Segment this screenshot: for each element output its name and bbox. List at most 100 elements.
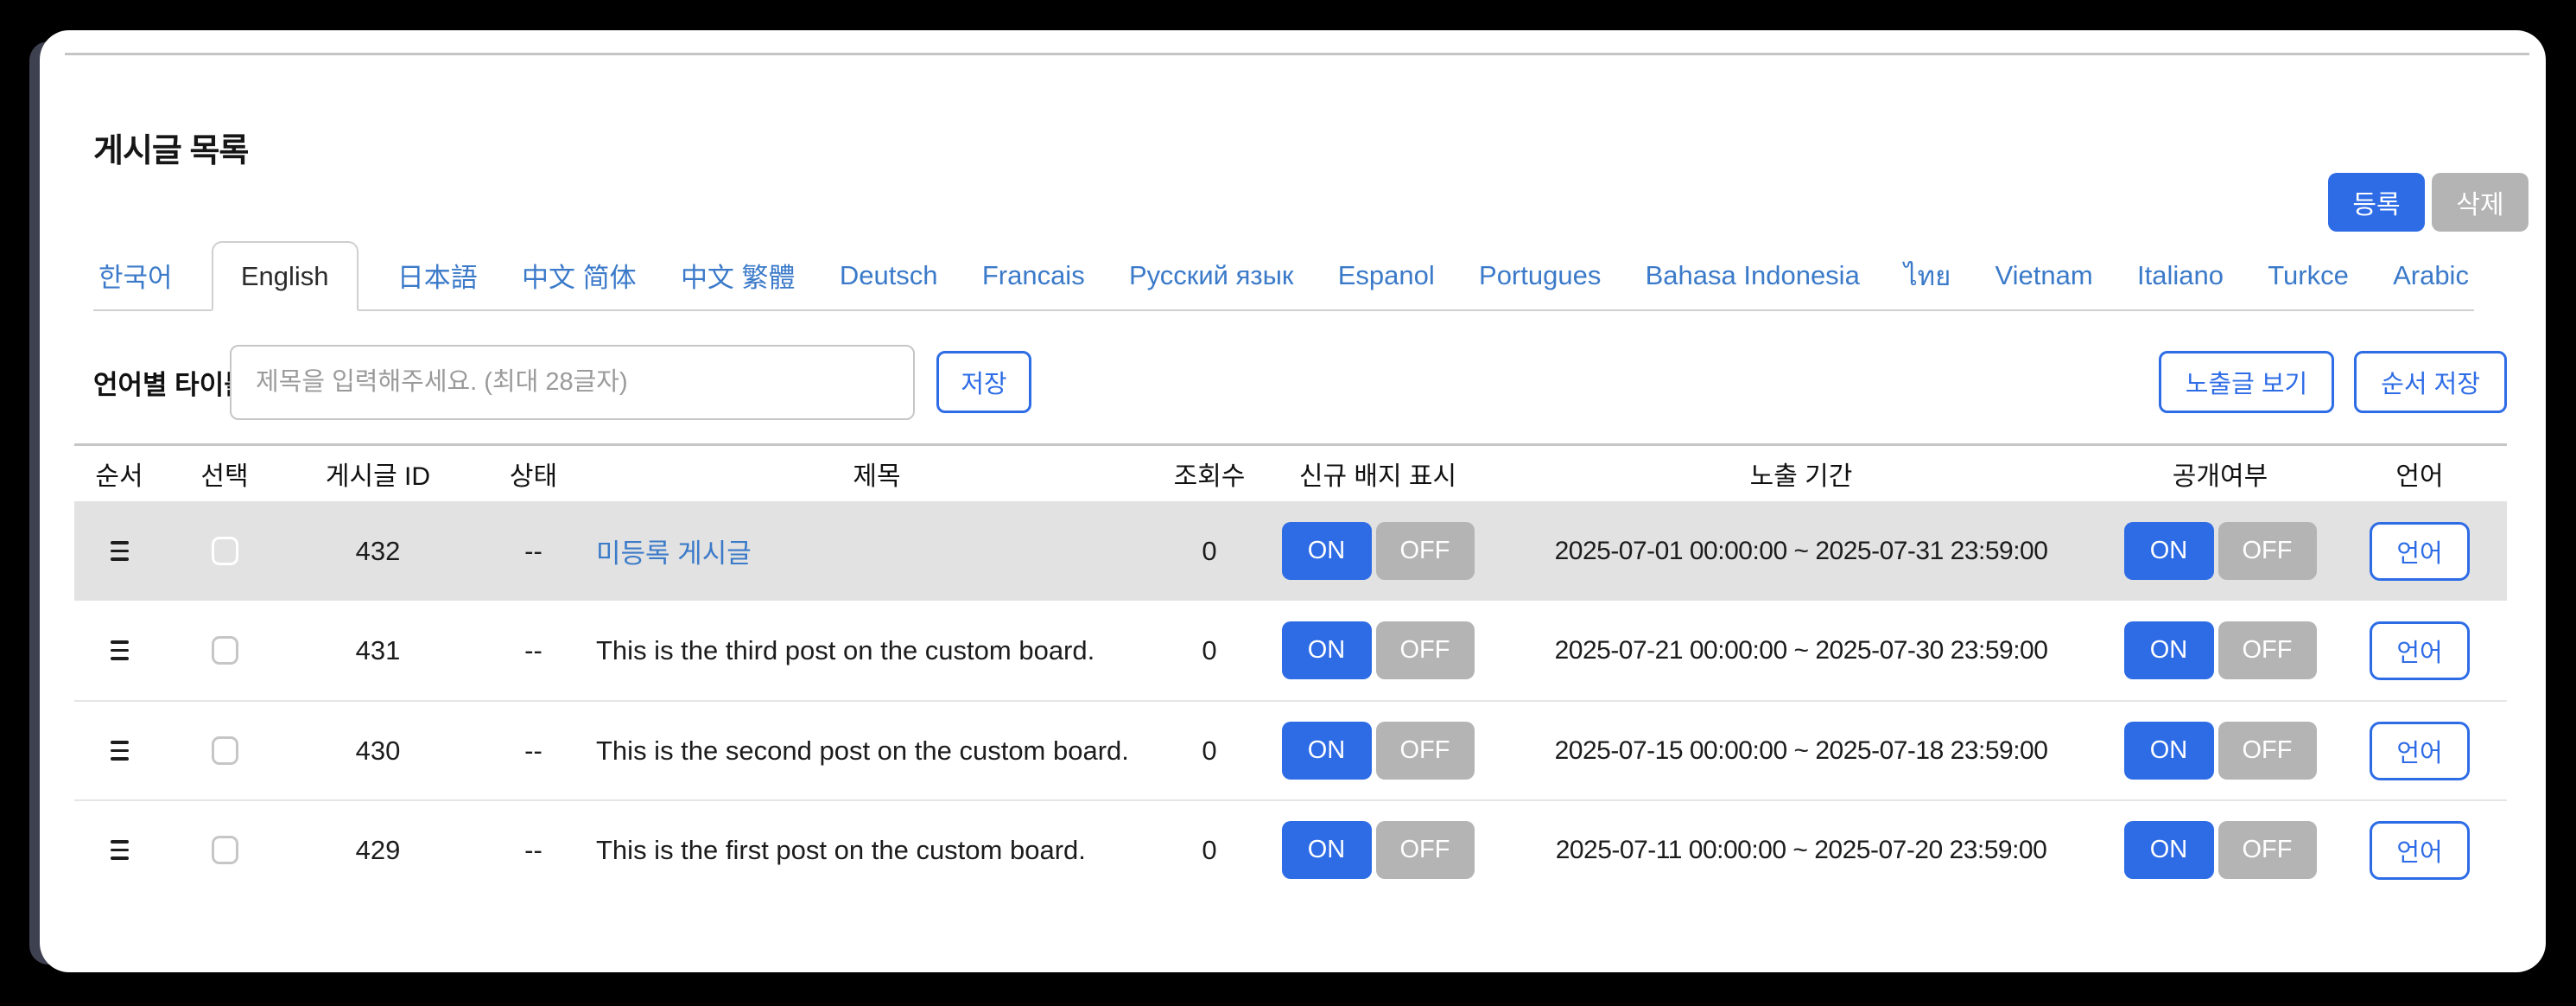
badge-on-button[interactable]: ON	[1282, 821, 1372, 879]
visibility-on-button[interactable]: ON	[2124, 522, 2214, 580]
visibility-off-button[interactable]: OFF	[2218, 621, 2317, 679]
exposure-period: 2025-07-11 00:00:00 ~ 2025-07-20 23:59:0…	[1494, 801, 2108, 899]
exposure-period: 2025-07-01 00:00:00 ~ 2025-07-31 23:59:0…	[1494, 501, 2108, 601]
language-button[interactable]: 언어	[2370, 621, 2470, 680]
tab-italiano[interactable]: Italiano	[2132, 241, 2229, 309]
tab-label: Francais	[982, 260, 1085, 291]
page-title: 게시글 목록	[93, 124, 248, 171]
delete-button[interactable]: 삭제	[2432, 173, 2528, 232]
badge-off-button[interactable]: OFF	[1376, 621, 1475, 679]
post-title[interactable]: 미등록 게시글	[596, 532, 752, 570]
badge-off-button[interactable]: OFF	[1376, 821, 1475, 879]
tab-label: Vietnam	[1995, 260, 2093, 291]
tab-label: 日本語	[397, 256, 478, 295]
tab-english[interactable]: English	[212, 241, 358, 311]
tab-portugues[interactable]: Portugues	[1474, 241, 1606, 309]
post-id: 431	[285, 601, 471, 700]
tab-francais[interactable]: Francais	[977, 241, 1090, 309]
column-header: 언어	[2332, 446, 2507, 501]
tab-label: 中文 繁體	[681, 256, 796, 295]
tab-label: English	[241, 261, 329, 292]
tab-中文-繁體[interactable]: 中文 繁體	[676, 241, 801, 309]
post-views: 0	[1158, 801, 1261, 899]
post-id: 429	[285, 801, 471, 899]
tab-label: Turkce	[2268, 260, 2349, 291]
top-divider	[65, 53, 2529, 55]
badge-on-button[interactable]: ON	[1282, 522, 1372, 580]
visibility-on-button[interactable]: ON	[2124, 621, 2214, 679]
top-actions: 등록 삭제	[2328, 173, 2528, 232]
tab-中文-简体[interactable]: 中文 简体	[517, 241, 642, 309]
badge-on-button[interactable]: ON	[1282, 621, 1372, 679]
row-checkbox[interactable]	[212, 636, 238, 665]
column-header: 신규 배지 표시	[1261, 446, 1494, 501]
post-list-card: 게시글 목록 등록 삭제 한국어 English 日本語 中文 简体 中文 繁體 Deut…	[40, 30, 2546, 972]
tab-label: Italiano	[2137, 260, 2224, 291]
tab-한국어[interactable]: 한국어	[93, 241, 178, 309]
tab-deutsch[interactable]: Deutsch	[834, 241, 943, 309]
language-button[interactable]: 언어	[2370, 722, 2470, 780]
visibility-on-button[interactable]: ON	[2124, 722, 2214, 780]
tab-label: Deutsch	[840, 260, 938, 291]
column-header: 게시글 ID	[285, 446, 471, 501]
column-header: 공개여부	[2108, 446, 2332, 501]
badge-off-button[interactable]: OFF	[1376, 522, 1475, 580]
title-input[interactable]	[230, 345, 915, 420]
tab-ไทย[interactable]: ไทย	[1899, 241, 1956, 309]
row-checkbox[interactable]	[212, 736, 238, 765]
table-row: 430 -- This is the second post on the cu…	[74, 700, 2507, 799]
tab-label: ไทย	[1904, 254, 1951, 297]
table-row: 431 -- This is the third post on the cus…	[74, 601, 2507, 700]
post-title[interactable]: This is the second post on the custom bo…	[596, 735, 1129, 767]
tab-vietnam[interactable]: Vietnam	[1990, 241, 2098, 309]
post-title[interactable]: This is the third post on the custom boa…	[596, 635, 1094, 666]
post-id: 430	[285, 702, 471, 799]
register-button[interactable]: 등록	[2328, 173, 2425, 232]
drag-handle-icon[interactable]	[111, 640, 129, 660]
drag-handle-icon[interactable]	[111, 840, 129, 860]
visibility-off-button[interactable]: OFF	[2218, 522, 2317, 580]
visibility-off-button[interactable]: OFF	[2218, 821, 2317, 879]
table-row: 432 -- 미등록 게시글 0 ON OFF 2025-07-01 00:00…	[74, 501, 2507, 601]
tab-turkce[interactable]: Turkce	[2262, 241, 2354, 309]
tab-label: Espanol	[1338, 260, 1435, 291]
tab-espanol[interactable]: Espanol	[1333, 241, 1440, 309]
tab-label: Русский язык	[1129, 260, 1293, 291]
tab-label: Portugues	[1479, 260, 1601, 291]
visibility-on-button[interactable]: ON	[2124, 821, 2214, 879]
column-header: 노출 기간	[1494, 446, 2108, 501]
row-checkbox[interactable]	[212, 537, 238, 565]
tab-日本語[interactable]: 日本語	[392, 241, 483, 309]
tab-русский-язык[interactable]: Русский язык	[1124, 241, 1298, 309]
row-checkbox[interactable]	[212, 836, 238, 864]
exposure-period: 2025-07-21 00:00:00 ~ 2025-07-30 23:59:0…	[1494, 601, 2108, 700]
post-status: --	[471, 601, 596, 700]
tab-label: 한국어	[98, 256, 173, 295]
tab-arabic[interactable]: Arabic	[2388, 241, 2474, 309]
exposure-period: 2025-07-15 00:00:00 ~ 2025-07-18 23:59:0…	[1494, 702, 2108, 799]
post-views: 0	[1158, 501, 1261, 601]
post-views: 0	[1158, 601, 1261, 700]
page-background: 게시글 목록 등록 삭제 한국어 English 日本語 中文 简体 中文 繁體 Deut…	[0, 0, 2576, 1006]
list-actions: 노출글 보기 순서 저장	[2159, 351, 2507, 413]
tab-label: 中文 简体	[522, 256, 637, 295]
column-header: 제목	[596, 446, 1158, 501]
view-exposed-button[interactable]: 노출글 보기	[2159, 351, 2334, 413]
save-order-button[interactable]: 순서 저장	[2354, 351, 2507, 413]
column-header: 선택	[164, 446, 285, 501]
badge-on-button[interactable]: ON	[1282, 722, 1372, 780]
column-header: 상태	[471, 446, 596, 501]
visibility-off-button[interactable]: OFF	[2218, 722, 2317, 780]
post-table: 순서선택게시글 ID상태제목조회수신규 배지 표시노출 기간공개여부언어 432…	[74, 443, 2507, 899]
save-button[interactable]: 저장	[936, 351, 1031, 413]
language-button[interactable]: 언어	[2370, 522, 2470, 581]
drag-handle-icon[interactable]	[111, 741, 129, 761]
post-status: --	[471, 702, 596, 799]
badge-off-button[interactable]: OFF	[1376, 722, 1475, 780]
column-header: 순서	[74, 446, 164, 501]
language-button[interactable]: 언어	[2370, 821, 2470, 880]
drag-handle-icon[interactable]	[111, 541, 129, 561]
tab-label: Bahasa Indonesia	[1646, 260, 1860, 291]
tab-bahasa-indonesia[interactable]: Bahasa Indonesia	[1640, 241, 1865, 309]
post-title[interactable]: This is the first post on the custom boa…	[596, 835, 1086, 866]
